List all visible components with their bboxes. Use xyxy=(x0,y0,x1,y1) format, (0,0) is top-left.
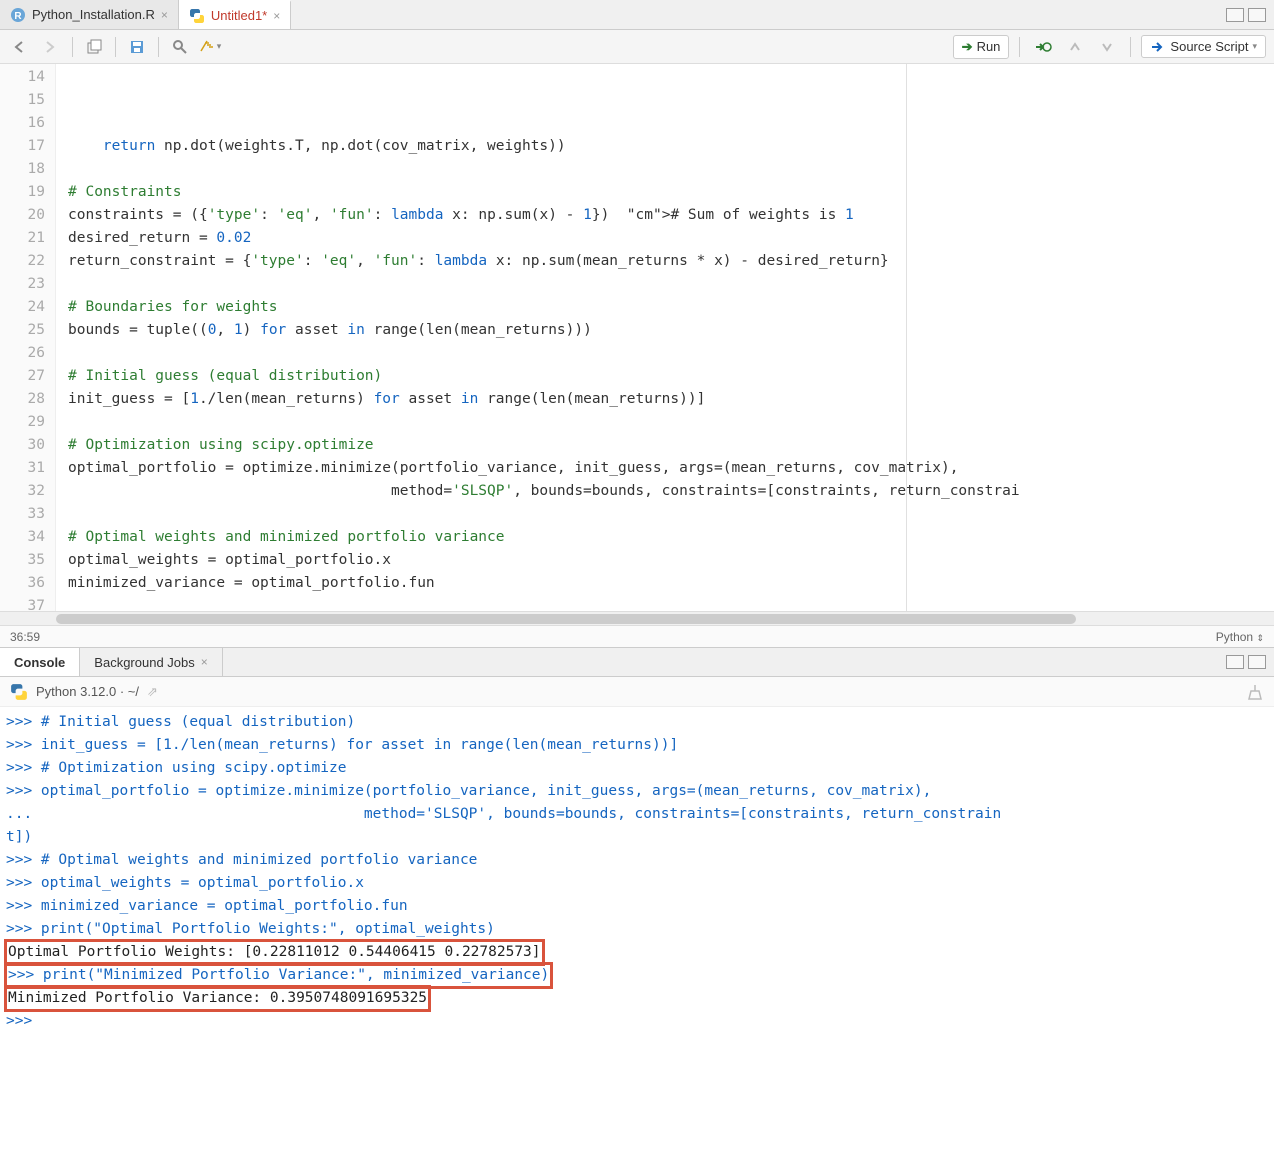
go-to-next-section-button[interactable] xyxy=(1094,34,1120,60)
file-tab-active[interactable]: Untitled1* × xyxy=(179,0,291,29)
nav-forward-button[interactable] xyxy=(38,34,64,60)
close-icon[interactable]: × xyxy=(201,655,208,669)
window-controls xyxy=(1226,0,1274,29)
line-gutter: 1415161718192021222324252627282930313233… xyxy=(0,64,56,611)
r-file-icon: R xyxy=(10,7,26,23)
margin-line xyxy=(906,64,907,611)
code-tools-button[interactable]: ▾ xyxy=(197,34,223,60)
console-tab-bar: Console Background Jobs × xyxy=(0,647,1274,677)
clear-console-button[interactable] xyxy=(1246,683,1264,701)
separator xyxy=(1019,37,1020,57)
file-tab-bar: R Python_Installation.R × Untitled1* × xyxy=(0,0,1274,30)
run-icon: ➔ xyxy=(962,39,973,55)
python-file-icon xyxy=(189,8,205,24)
language-selector[interactable]: Python ⇕ xyxy=(1216,630,1264,644)
tab-label: Background Jobs xyxy=(94,655,194,670)
maximize-pane-icon[interactable] xyxy=(1248,655,1266,669)
console-title: Python 3.12.0 · ~/ xyxy=(36,684,139,699)
rerun-button[interactable] xyxy=(1030,34,1056,60)
console-header: Python 3.12.0 · ~/ ⇗ xyxy=(0,677,1274,707)
python-icon xyxy=(10,683,28,701)
separator xyxy=(1130,37,1131,57)
source-icon xyxy=(1150,40,1166,54)
cursor-position: 36:59 xyxy=(10,630,40,644)
console-tab[interactable]: Console xyxy=(0,648,80,676)
tab-label: Python_Installation.R xyxy=(32,7,155,22)
editor-toolbar: ▾ ➔ Run Source Script ▾ xyxy=(0,30,1274,64)
save-button[interactable] xyxy=(124,34,150,60)
run-button[interactable]: ➔ Run xyxy=(953,35,1010,59)
show-in-new-window-button[interactable] xyxy=(81,34,107,60)
code-area[interactable]: return np.dot(weights.T, np.dot(cov_matr… xyxy=(56,64,1274,611)
scrollbar-thumb[interactable] xyxy=(56,614,1076,624)
source-label: Source Script xyxy=(1170,39,1248,54)
maximize-pane-icon[interactable] xyxy=(1248,8,1266,22)
editor-status-bar: 36:59 Python ⇕ xyxy=(0,625,1274,647)
chevron-down-icon: ▾ xyxy=(1252,41,1257,52)
window-controls xyxy=(1226,648,1274,676)
horizontal-scrollbar[interactable] xyxy=(0,611,1274,625)
code-editor[interactable]: 1415161718192021222324252627282930313233… xyxy=(0,64,1274,611)
minimize-pane-icon[interactable] xyxy=(1226,8,1244,22)
console-output[interactable]: >>> # Initial guess (equal distribution)… xyxy=(0,707,1274,1047)
separator xyxy=(158,37,159,57)
separator xyxy=(115,37,116,57)
go-to-prev-section-button[interactable] xyxy=(1062,34,1088,60)
close-icon[interactable]: × xyxy=(161,8,168,22)
highlighted-output: Minimized Portfolio Variance: 0.39507480… xyxy=(6,987,1268,1010)
nav-back-button[interactable] xyxy=(8,34,34,60)
file-tab[interactable]: R Python_Installation.R × xyxy=(0,0,179,29)
svg-text:R: R xyxy=(14,11,22,22)
tab-label: Untitled1* xyxy=(211,8,267,23)
tab-label: Console xyxy=(14,655,65,670)
background-jobs-tab[interactable]: Background Jobs × xyxy=(80,648,222,676)
find-button[interactable] xyxy=(167,34,193,60)
separator xyxy=(72,37,73,57)
minimize-pane-icon[interactable] xyxy=(1226,655,1244,669)
run-label: Run xyxy=(977,39,1001,54)
source-script-button[interactable]: Source Script ▾ xyxy=(1141,35,1266,58)
close-icon[interactable]: × xyxy=(273,9,280,23)
highlighted-output: Optimal Portfolio Weights: [0.22811012 0… xyxy=(6,941,1268,964)
open-folder-icon[interactable]: ⇗ xyxy=(147,684,158,700)
